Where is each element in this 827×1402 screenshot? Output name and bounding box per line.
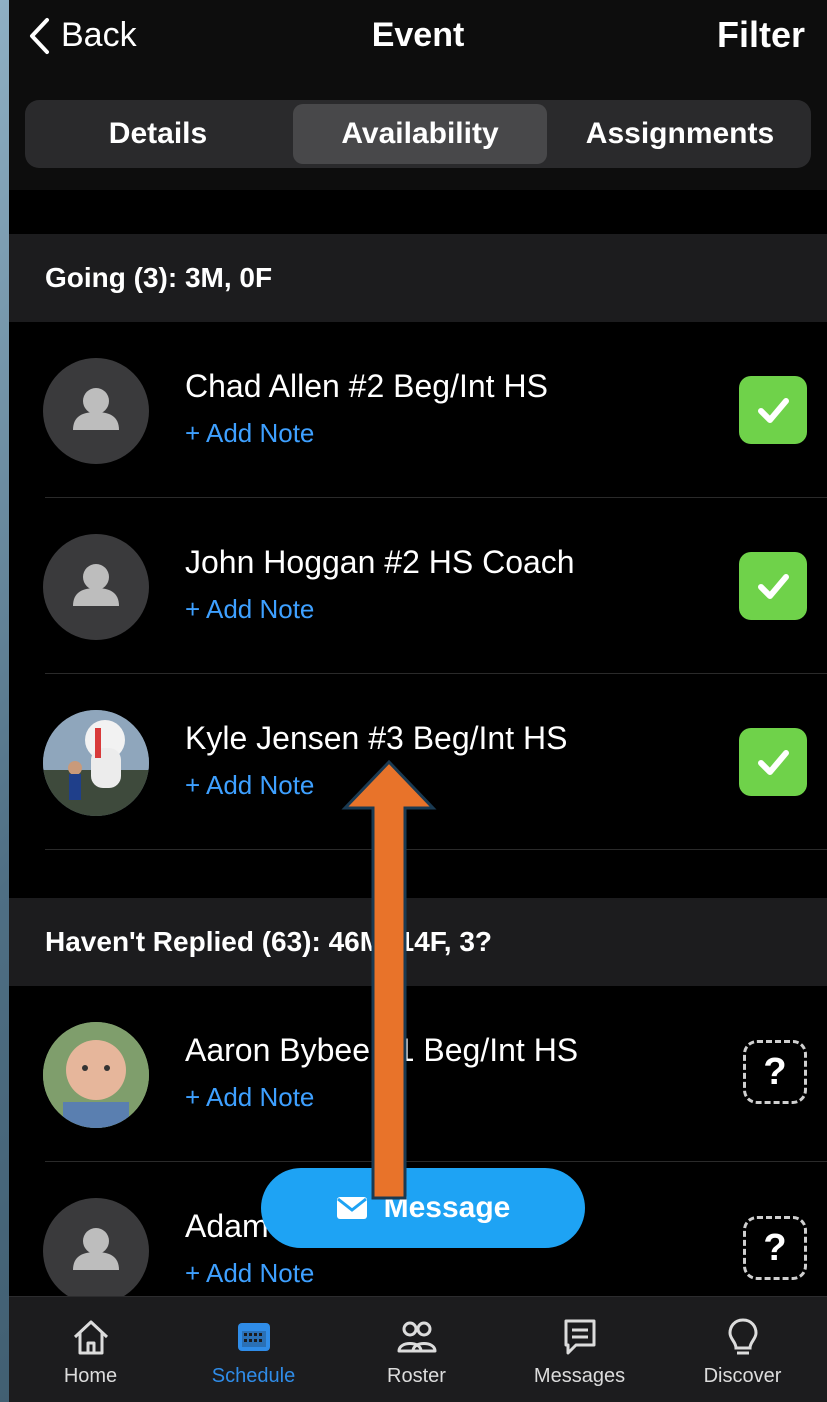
phone-screen: Back Event Filter Details Availability A… <box>9 0 827 1402</box>
chat-icon <box>564 1319 595 1355</box>
avatar <box>43 1198 149 1304</box>
avatar-photo <box>43 1022 149 1128</box>
segmented-control: Details Availability Assignments <box>25 100 811 168</box>
list-item[interactable]: Kyle Jensen #3 Beg/Int HS + Add Note <box>9 674 827 850</box>
add-note-link[interactable]: + Add Note <box>185 770 314 801</box>
page-title: Event <box>371 16 465 54</box>
lightbulb-icon <box>727 1318 758 1355</box>
nav-discover[interactable]: Discover <box>661 1297 824 1402</box>
avatar <box>43 358 149 464</box>
member-name: Adam <box>185 1208 269 1244</box>
filter-button[interactable]: Filter <box>717 14 805 56</box>
list-item[interactable]: Aaron Bybee #1 Beg/Int HS + Add Note ? <box>9 986 827 1162</box>
section-header-no-reply: Haven't Replied (63): 46M, 14F, 3? <box>9 898 827 986</box>
nav-label: Discover <box>703 1365 782 1387</box>
photo-thumbnail-icon <box>43 1022 149 1128</box>
divider <box>45 849 827 850</box>
member-name: Chad Allen #2 Beg/Int HS <box>185 368 548 404</box>
going-check-icon[interactable] <box>739 376 807 444</box>
home-icon <box>73 1320 108 1355</box>
nav-label: Messages <box>533 1365 626 1387</box>
nav-messages[interactable]: Messages <box>498 1297 661 1402</box>
person-placeholder-icon <box>73 564 119 606</box>
tab-availability[interactable]: Availability <box>293 104 547 164</box>
nav-schedule[interactable]: Schedule <box>172 1297 335 1402</box>
going-check-icon[interactable] <box>739 552 807 620</box>
no-reply-status-icon[interactable]: ? <box>743 1040 807 1104</box>
going-check-icon[interactable] <box>739 728 807 796</box>
add-note-link[interactable]: + Add Note <box>185 1082 314 1113</box>
person-placeholder-icon <box>73 1228 119 1270</box>
nav-label: Schedule <box>211 1365 296 1387</box>
message-button[interactable]: Message <box>261 1168 585 1248</box>
avatar-photo <box>43 710 149 816</box>
section-header-going: Going (3): 3M, 0F <box>9 234 827 322</box>
avatar <box>43 534 149 640</box>
add-note-link[interactable]: + Add Note <box>185 418 314 449</box>
message-label: Message <box>383 1191 511 1224</box>
tab-bar-container: Details Availability Assignments <box>9 80 827 190</box>
calendar-icon <box>237 1323 270 1351</box>
add-note-link[interactable]: + Add Note <box>185 594 314 625</box>
member-name: Kyle Jensen #3 Beg/Int HS <box>185 720 568 756</box>
tab-assignments[interactable]: Assignments <box>553 104 807 164</box>
member-name: Aaron Bybee #1 Beg/Int HS <box>185 1032 579 1068</box>
photo-thumbnail-icon <box>43 710 149 816</box>
bottom-nav: Home Schedule Roster Messages Discover <box>9 1296 827 1402</box>
list-item[interactable]: Chad Allen #2 Beg/Int HS + Add Note <box>9 322 827 498</box>
nav-roster[interactable]: Roster <box>335 1297 498 1402</box>
nav-label: Home <box>63 1365 118 1387</box>
add-note-link[interactable]: + Add Note <box>185 1258 314 1289</box>
person-placeholder-icon <box>73 388 119 430</box>
nav-home[interactable]: Home <box>9 1297 172 1402</box>
envelope-icon <box>336 1197 367 1219</box>
people-icon <box>397 1321 436 1353</box>
member-name: John Hoggan #2 HS Coach <box>185 544 575 580</box>
tab-details[interactable]: Details <box>29 104 287 164</box>
list-item[interactable]: John Hoggan #2 HS Coach + Add Note <box>9 498 827 674</box>
nav-label: Roster <box>387 1365 446 1387</box>
top-bar: Back Event Filter <box>9 0 827 81</box>
no-reply-status-icon[interactable]: ? <box>743 1216 807 1280</box>
